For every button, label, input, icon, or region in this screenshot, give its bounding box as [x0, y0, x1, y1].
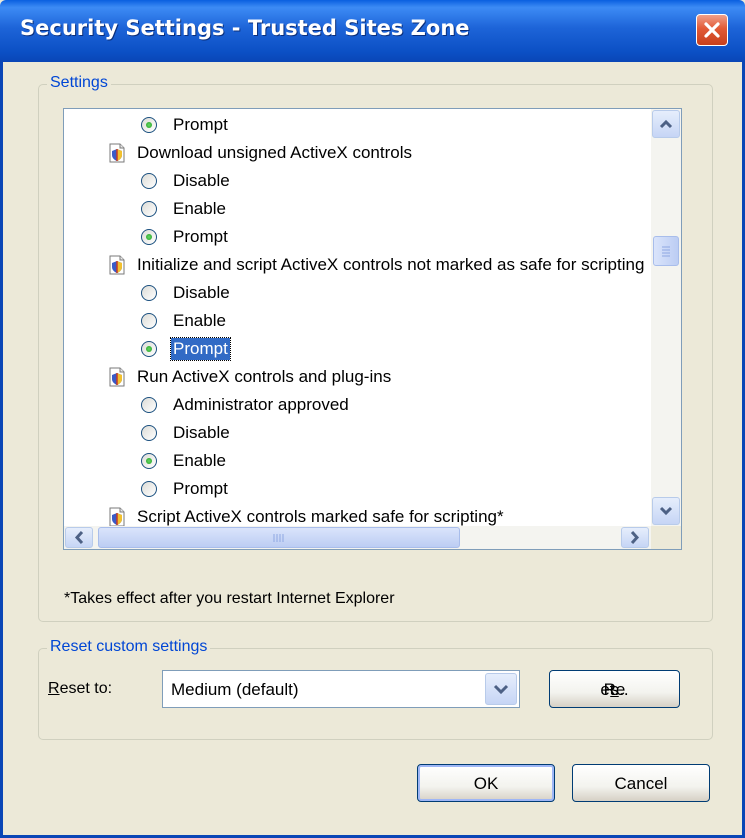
radio-checked[interactable] — [141, 453, 157, 469]
radio-dot — [146, 458, 152, 464]
settings-tree[interactable]: Prompt Download unsigned ActiveX controls… — [63, 108, 682, 550]
tree-option-label: Prompt — [173, 115, 228, 134]
tree-category-label: Script ActiveX controls marked safe for … — [137, 507, 504, 526]
horizontal-scroll-thumb[interactable] — [98, 527, 460, 548]
horizontal-scrollbar[interactable] — [64, 526, 651, 549]
shield-icon — [109, 255, 125, 275]
restart-note: *Takes effect after you restart Internet… — [64, 590, 395, 607]
vertical-scroll-thumb[interactable] — [653, 236, 679, 266]
radio-unchecked[interactable] — [141, 481, 157, 497]
dropdown-button[interactable] — [485, 673, 517, 705]
chevron-right-icon — [630, 530, 640, 545]
radio-checked[interactable] — [141, 117, 157, 133]
chevron-up-icon — [659, 119, 673, 129]
scroll-down-button[interactable] — [652, 497, 680, 525]
reset-button[interactable]: Re s et... — [549, 670, 680, 708]
tree-option-label: Disable — [173, 423, 230, 442]
chevron-down-icon — [659, 506, 673, 516]
tree-category-label: Initialize and script ActiveX controls n… — [137, 255, 645, 274]
grip-icon — [273, 534, 284, 542]
tree-category-label: Download unsigned ActiveX controls — [137, 143, 412, 162]
shield-icon — [109, 507, 125, 526]
cancel-button[interactable]: Cancel — [572, 764, 710, 802]
scrollbar-corner — [651, 526, 681, 549]
tree-option-label: Disable — [173, 283, 230, 302]
tree-option-label: Prompt — [170, 337, 231, 361]
close-icon — [704, 22, 720, 38]
reset-level-value: Medium (default) — [171, 680, 299, 699]
settings-legend: Settings — [47, 74, 111, 92]
shield-icon — [109, 143, 125, 163]
tree-category-label: Run ActiveX controls and plug-ins — [137, 367, 392, 386]
scroll-right-button[interactable] — [621, 527, 649, 548]
ok-button[interactable]: OK — [417, 764, 555, 802]
radio-dot — [146, 234, 152, 240]
tree-option-label: Enable — [173, 199, 226, 218]
vertical-scrollbar[interactable] — [651, 109, 681, 526]
radio-unchecked[interactable] — [141, 285, 157, 301]
radio-unchecked[interactable] — [141, 425, 157, 441]
reset-legend: Reset custom settings — [47, 638, 211, 656]
tree-option-label: Enable — [173, 311, 226, 330]
radio-unchecked[interactable] — [141, 173, 157, 189]
scroll-up-button[interactable] — [652, 110, 680, 138]
reset-level-select[interactable]: Medium (default) — [162, 670, 520, 708]
radio-unchecked[interactable] — [141, 201, 157, 217]
title-bar[interactable]: Security Settings - Trusted Sites Zone — [0, 0, 745, 62]
settings-tree-viewport: Prompt Download unsigned ActiveX controls… — [64, 109, 651, 526]
grip-icon — [662, 246, 670, 257]
radio-unchecked[interactable] — [141, 313, 157, 329]
shield-icon — [109, 367, 125, 387]
tree-option-label: Administrator approved — [173, 395, 349, 414]
radio-dot — [146, 122, 152, 128]
chevron-left-icon — [74, 530, 84, 545]
radio-checked[interactable] — [141, 341, 157, 357]
radio-dot — [146, 346, 152, 352]
tree-option-label: Prompt — [173, 479, 228, 498]
ok-button-label: OK — [473, 774, 499, 793]
scroll-left-button[interactable] — [65, 527, 93, 548]
radio-checked[interactable] — [141, 229, 157, 245]
close-button[interactable] — [696, 14, 728, 46]
security-settings-dialog: Security Settings - Trusted Sites Zone S… — [0, 0, 745, 838]
tree-option-label: Disable — [173, 171, 230, 190]
tree-option-label: Prompt — [173, 227, 228, 246]
reset-to-label: Reset to: — [48, 680, 113, 697]
window-title: Security Settings - Trusted Sites Zone — [20, 16, 470, 40]
chevron-down-icon — [493, 684, 509, 695]
cancel-button-label: Cancel — [614, 774, 668, 793]
radio-unchecked[interactable] — [141, 397, 157, 413]
tree-option-label: Enable — [173, 451, 226, 470]
window-border-left — [0, 62, 3, 838]
